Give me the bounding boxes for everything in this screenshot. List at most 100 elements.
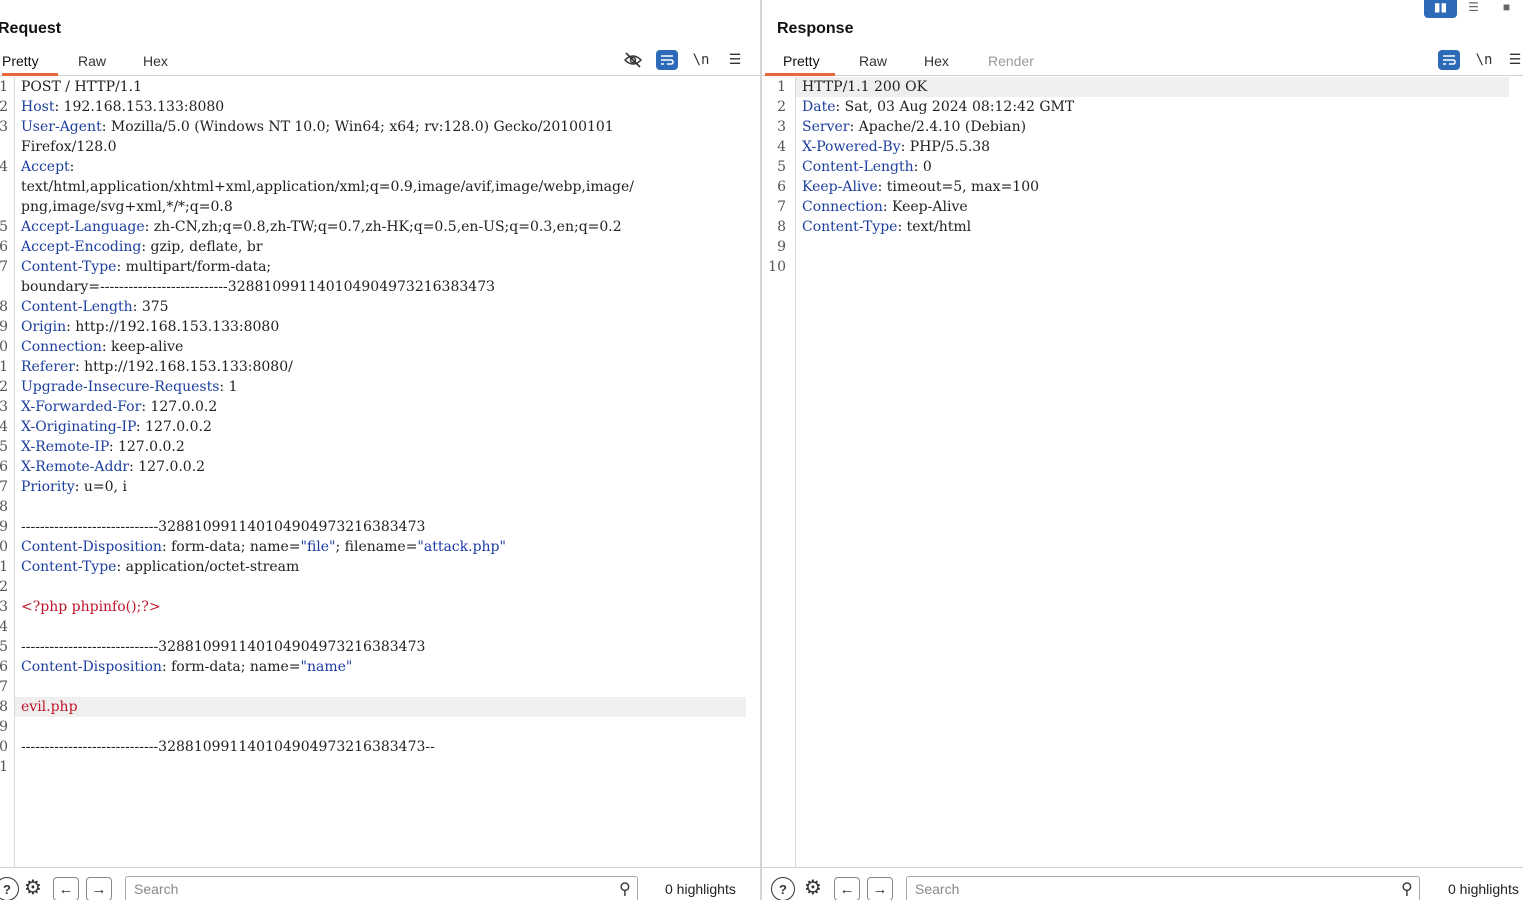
gear-icon[interactable]: ⚙ [20, 876, 46, 900]
response-code-line[interactable] [796, 237, 1509, 257]
request-code-line[interactable]: Host: 192.168.153.133:8080 [15, 97, 746, 117]
request-code-line[interactable]: Referer: http://192.168.153.133:8080/ [15, 357, 746, 377]
response-line-number: 3 [777, 119, 786, 135]
word-wrap-icon[interactable] [1438, 50, 1460, 70]
request-code-line[interactable]: Accept: [15, 157, 746, 177]
header-key: Content-Disposition [21, 659, 162, 675]
request-search-input[interactable] [126, 877, 607, 900]
request-editor[interactable]: 1234567891011121314151617181920212223242… [0, 77, 760, 867]
response-code-text: Content-Length: 0 [796, 159, 932, 175]
tab-response-pretty[interactable]: Pretty [765, 53, 835, 76]
response-code-line[interactable]: Content-Type: text/html [796, 217, 1509, 237]
request-code-line[interactable]: Content-Type: multipart/form-data; [15, 257, 746, 277]
tab-response-raw[interactable]: Raw [859, 53, 887, 76]
request-code-line[interactable]: User-Agent: Mozilla/5.0 (Windows NT 10.0… [15, 117, 746, 137]
request-code-line[interactable]: evil.php [15, 697, 746, 717]
request-code-line[interactable]: Upgrade-Insecure-Requests: 1 [15, 377, 746, 397]
request-line-number: 19 [0, 519, 8, 535]
code-segment: : 127.0.0.2 [108, 439, 185, 455]
request-code-line[interactable]: -----------------------------32881099114… [15, 737, 746, 757]
request-code-line[interactable]: X-Forwarded-For: 127.0.0.2 [15, 397, 746, 417]
gear-icon[interactable]: ⚙ [800, 876, 826, 900]
request-code-line[interactable] [15, 617, 746, 637]
layout-stacked-icon[interactable]: ☰ [1457, 0, 1490, 18]
request-code-line[interactable]: Accept-Language: zh-CN,zh;q=0.8,zh-TW;q=… [15, 217, 746, 237]
response-code-line[interactable]: Date: Sat, 03 Aug 2024 08:12:42 GMT [796, 97, 1509, 117]
response-code-line[interactable]: Connection: Keep-Alive [796, 197, 1509, 217]
tab-response-hex[interactable]: Hex [924, 53, 949, 76]
request-code-line[interactable]: X-Originating-IP: 127.0.0.2 [15, 417, 746, 437]
request-code-text: User-Agent: Mozilla/5.0 (Windows NT 10.0… [15, 119, 614, 135]
response-code-line[interactable]: HTTP/1.1 200 OK [796, 77, 1509, 97]
response-code-line[interactable] [796, 257, 1509, 277]
request-code-line[interactable]: boundary=---------------------------3288… [15, 277, 746, 297]
code-segment: : u=0, i [74, 479, 127, 495]
request-code-line[interactable] [15, 497, 746, 517]
response-line-number: 2 [777, 99, 786, 115]
request-code-line[interactable] [15, 717, 746, 737]
response-search-input[interactable] [907, 877, 1389, 900]
request-code-line[interactable]: Content-Length: 375 [15, 297, 746, 317]
request-code-text: Upgrade-Insecure-Requests: 1 [15, 379, 237, 395]
layout-side-by-side-icon[interactable]: ▮▮ [1424, 0, 1457, 18]
hamburger-menu-icon[interactable]: ☰ [1504, 50, 1523, 70]
tab-response-render[interactable]: Render [988, 53, 1034, 76]
hamburger-menu-icon[interactable]: ☰ [724, 50, 746, 70]
tab-request-pretty[interactable]: Pretty [2, 53, 58, 76]
request-code-line[interactable]: -----------------------------32881099114… [15, 637, 746, 657]
newline-toggle[interactable]: \n [690, 50, 712, 70]
request-line-number: 29 [0, 719, 8, 735]
request-code-line[interactable]: Accept-Encoding: gzip, deflate, br [15, 237, 746, 257]
request-code-line[interactable]: Connection: keep-alive [15, 337, 746, 357]
newline-toggle[interactable]: \n [1473, 50, 1495, 70]
code-segment: ; filename= [335, 539, 418, 555]
request-code-line[interactable]: Content-Disposition: form-data; name="fi… [15, 537, 746, 557]
request-code-line[interactable] [15, 677, 746, 697]
request-code-line[interactable]: X-Remote-Addr: 127.0.0.2 [15, 457, 746, 477]
request-code-line[interactable]: Priority: u=0, i [15, 477, 746, 497]
request-code-line[interactable]: Content-Disposition: form-data; name="na… [15, 657, 746, 677]
header-key: Content-Type [21, 559, 117, 575]
response-editor[interactable]: 1 2 3 4 5 6 7 8 9 10 HTTP/1.1 200 OK Date: Sat, 03… [762, 77, 1523, 867]
request-code-line[interactable]: png,image/svg+xml,*/*;q=0.8 [15, 197, 746, 217]
arrow-left-icon[interactable]: ← [53, 877, 79, 900]
arrow-left-icon[interactable]: ← [834, 877, 860, 900]
request-code-line[interactable]: X-Remote-IP: 127.0.0.2 [15, 437, 746, 457]
code-segment: boundary=---------------------------3288… [21, 279, 495, 295]
request-code-text [15, 619, 21, 635]
help-icon[interactable]: ? [0, 877, 19, 900]
request-code-line[interactable] [15, 577, 746, 597]
request-line-number [0, 177, 8, 197]
request-code-line[interactable]: Origin: http://192.168.153.133:8080 [15, 317, 746, 337]
response-code-line[interactable]: X-Powered-By: PHP/5.5.38 [796, 137, 1509, 157]
response-code-text: HTTP/1.1 200 OK [796, 79, 927, 95]
response-code-line[interactable]: Server: Apache/2.4.10 (Debian) [796, 117, 1509, 137]
request-line-number [0, 137, 8, 157]
tab-request-raw[interactable]: Raw [78, 53, 106, 76]
request-code-line[interactable]: text/html,application/xhtml+xml,applicat… [15, 177, 746, 197]
eye-slash-icon[interactable] [622, 50, 644, 70]
response-code-line[interactable]: Keep-Alive: timeout=5, max=100 [796, 177, 1509, 197]
layout-single-icon[interactable]: ■ [1490, 0, 1523, 18]
request-code-text: -----------------------------32881099114… [15, 639, 425, 655]
request-code-line[interactable]: Content-Type: application/octet-stream [15, 557, 746, 577]
request-code-line[interactable] [15, 757, 746, 777]
word-wrap-icon[interactable] [656, 50, 678, 70]
request-code-line[interactable]: Firefox/128.0 [15, 137, 746, 157]
arrow-right-icon[interactable]: → [86, 877, 112, 900]
code-segment: text/html,application/xhtml+xml,applicat… [21, 179, 634, 195]
request-code-line[interactable]: <?php phpinfo();?> [15, 597, 746, 617]
search-icon[interactable]: ⚲ [1401, 879, 1413, 899]
request-code-line[interactable]: -----------------------------32881099114… [15, 517, 746, 537]
search-icon[interactable]: ⚲ [619, 879, 631, 899]
request-line-number: 3 [0, 119, 8, 135]
request-code-text: X-Remote-IP: 127.0.0.2 [15, 439, 185, 455]
help-icon[interactable]: ? [771, 877, 795, 900]
header-key: Content-Length [802, 159, 914, 175]
arrow-right-icon[interactable]: → [867, 877, 893, 900]
request-code-line[interactable]: POST / HTTP/1.1 [15, 77, 746, 97]
response-line-number: 4 [777, 139, 786, 155]
response-code-text: Connection: Keep-Alive [796, 199, 968, 215]
response-code-line[interactable]: Content-Length: 0 [796, 157, 1509, 177]
tab-request-hex[interactable]: Hex [143, 53, 168, 76]
